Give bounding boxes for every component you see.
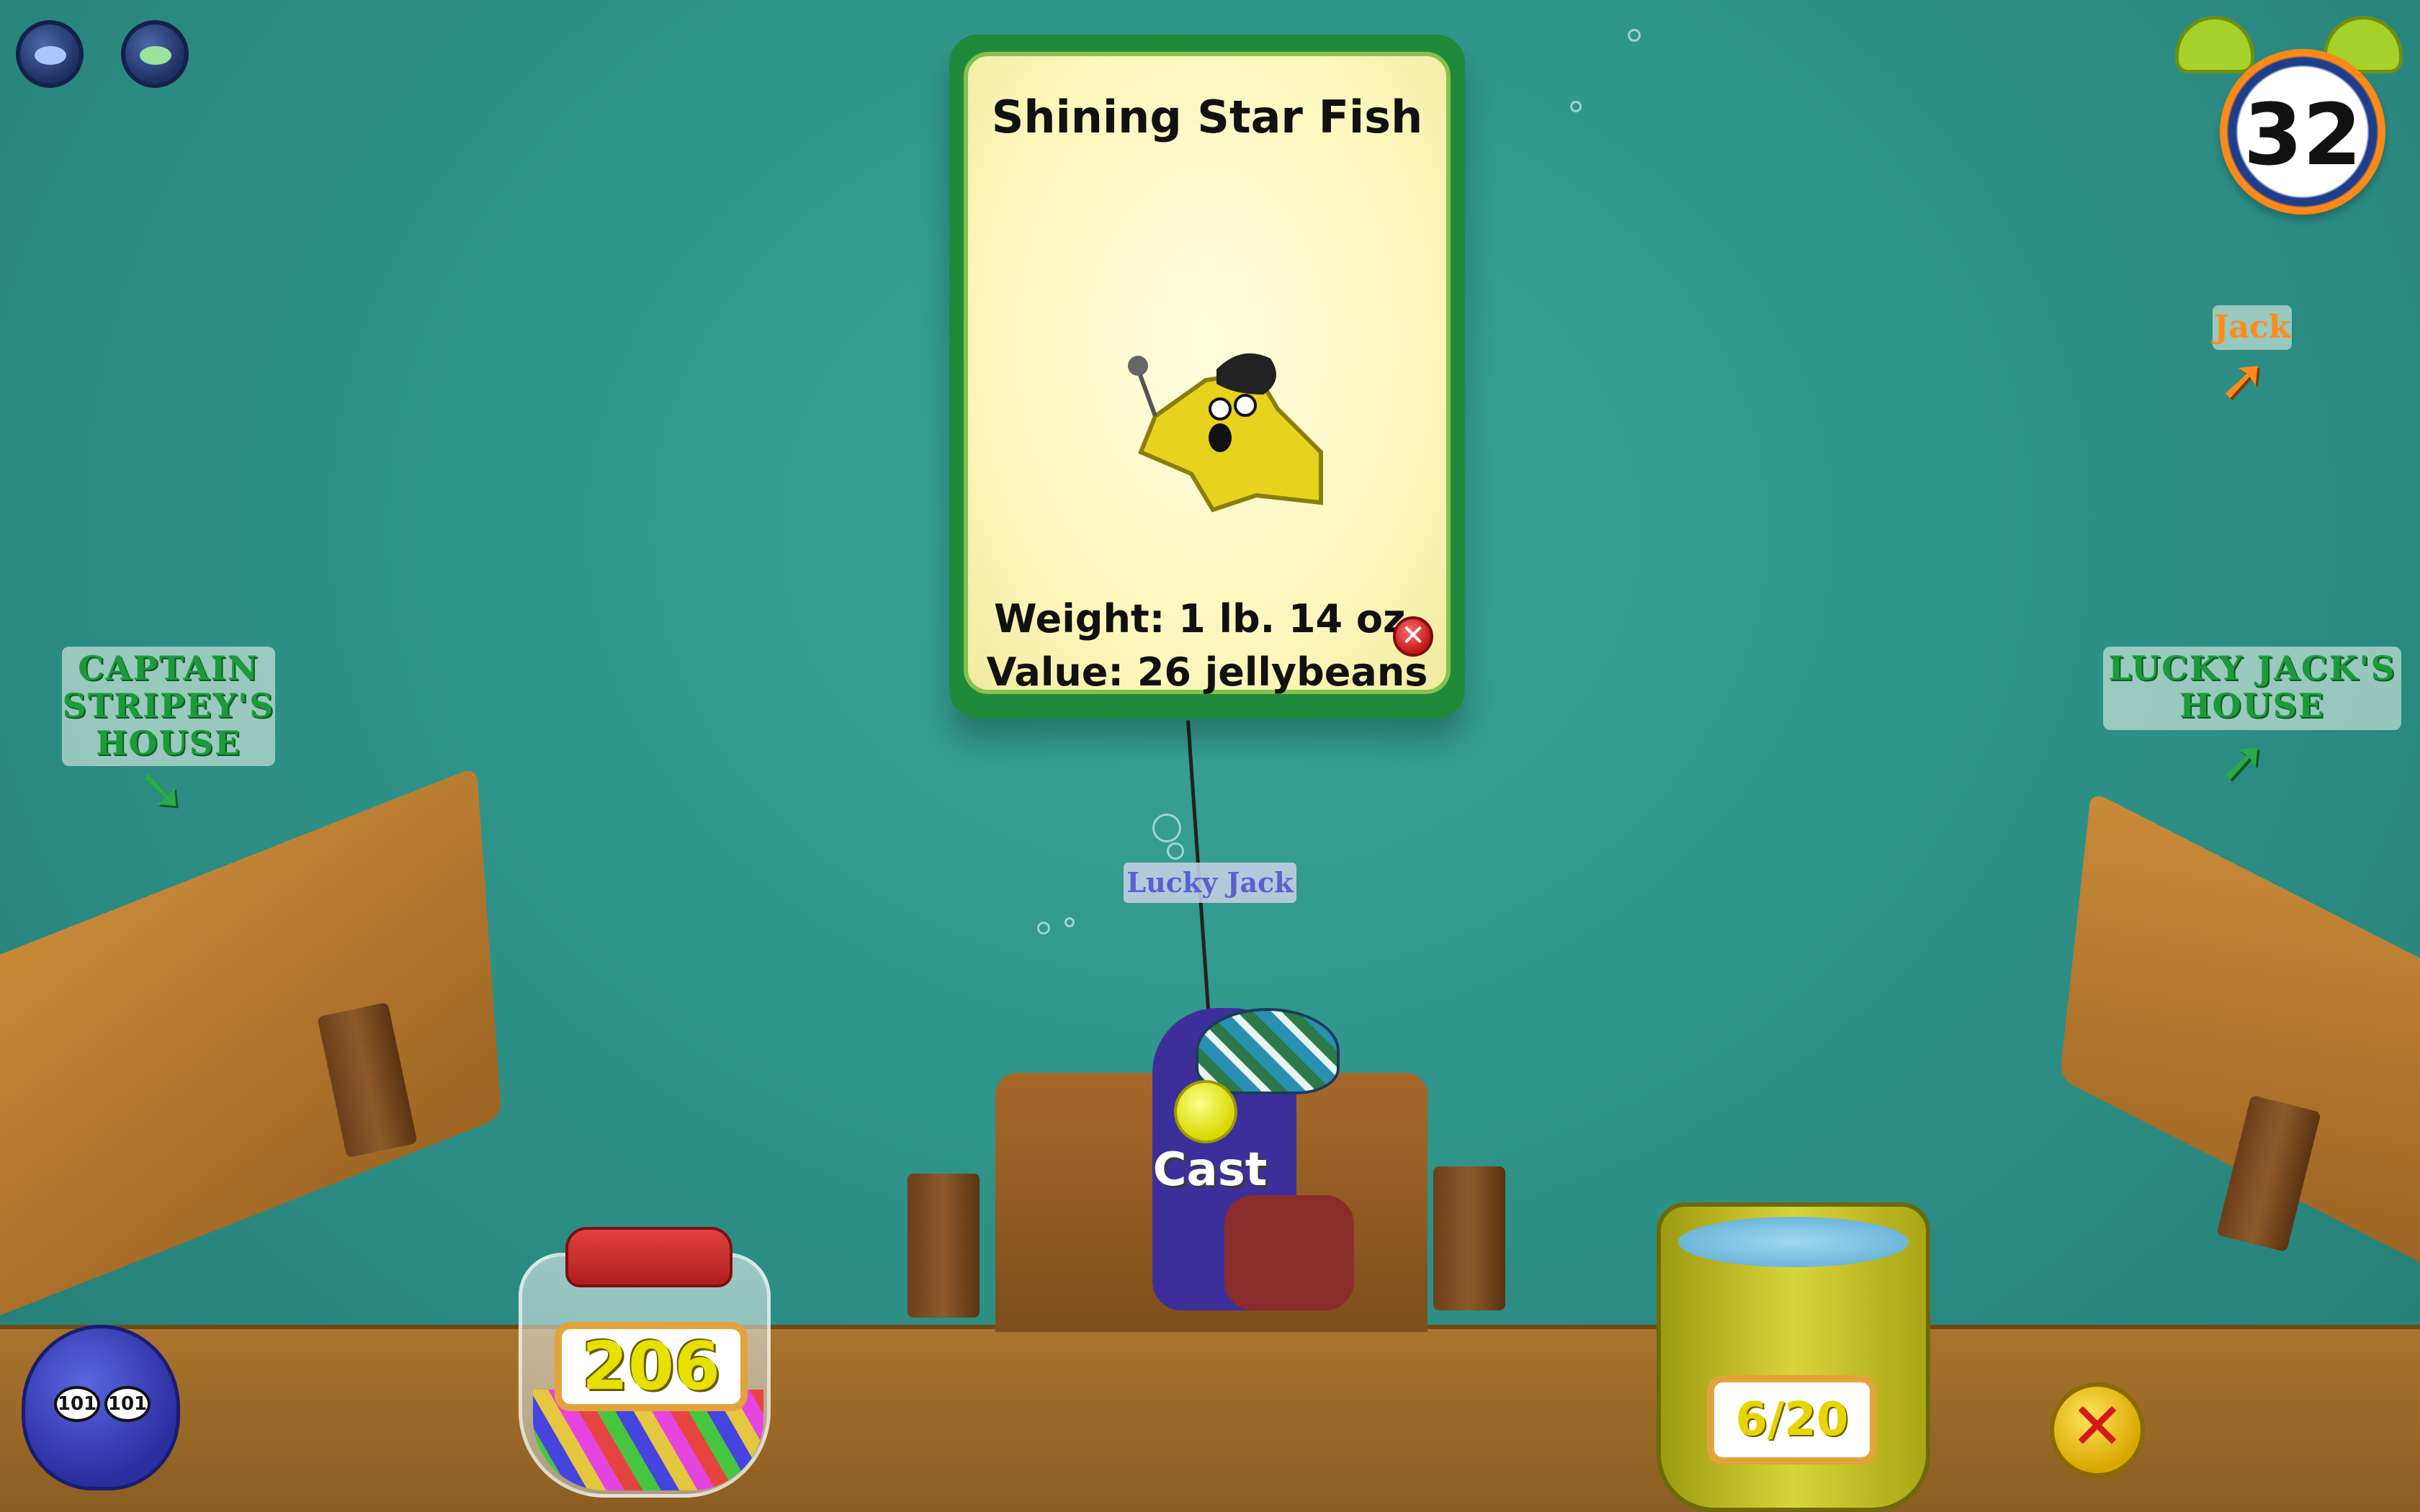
bubble — [1037, 922, 1050, 935]
dock-left — [0, 766, 502, 1322]
arrow-icon: ➘ — [137, 756, 186, 823]
laff-meter-icon: 101 101 — [22, 1325, 180, 1490]
jellybean-count: 206 — [555, 1322, 748, 1411]
toon-legs — [1224, 1195, 1354, 1310]
fish-card-panel: Shining Star Fish Weight: 1 lb. 14 oz. V… — [964, 52, 1451, 695]
bubble — [1065, 917, 1075, 927]
fishing-scene: Cast Lucky Jack Shining Star Fish Weight… — [0, 0, 2420, 1512]
alarm-bell-left — [2175, 16, 2254, 73]
fish-caught-card: Shining Star Fish Weight: 1 lb. 14 oz. V… — [949, 35, 1465, 719]
speedchat-button[interactable] — [16, 20, 84, 88]
chat-speedchat-plus-icon — [140, 46, 171, 65]
captain-stripeys-house-sign: CAPTAIN STRIPEY'S HOUSE — [62, 647, 275, 766]
fish-value: Value: 26 jellybeans — [986, 649, 1428, 695]
player-name-tag: Lucky Jack — [1124, 863, 1296, 903]
speedchat-plus-button[interactable] — [121, 20, 189, 88]
alarm-clock-icon: 32 — [2220, 49, 2385, 215]
shining-star-fish-image — [1128, 353, 1323, 513]
chat-speedchat-icon — [35, 46, 66, 65]
jar-lid — [565, 1227, 732, 1287]
fish-name: Shining Star Fish — [991, 91, 1423, 143]
dock-post — [908, 1174, 980, 1318]
bubble — [1628, 29, 1641, 42]
laff-max: 101 — [104, 1386, 151, 1422]
jack-sign: Jack — [2213, 305, 2292, 350]
toon-hat — [1196, 1008, 1340, 1094]
timer-value: 32 — [2243, 85, 2362, 184]
lucky-jacks-house-sign: LUCKY JACK'S HOUSE — [2103, 647, 2401, 730]
bubble — [1570, 101, 1582, 112]
arrow-icon: ➚ — [2218, 727, 2267, 794]
laff-current: 101 — [54, 1386, 100, 1422]
bucket-count: 6/20 — [1707, 1375, 1877, 1464]
bubble — [1152, 814, 1181, 842]
bubble — [1167, 842, 1184, 860]
cast-button[interactable] — [1174, 1080, 1237, 1143]
arrow-icon: ➚ — [2218, 346, 2267, 413]
bucket-water — [1678, 1217, 1909, 1267]
dock-post — [1433, 1166, 1505, 1310]
cast-label: Cast — [1152, 1143, 1268, 1197]
exit-fishing-button[interactable]: ✕ — [2050, 1382, 2145, 1477]
fish-weight: Weight: 1 lb. 14 oz. — [994, 596, 1420, 642]
close-icon[interactable]: ✕ — [1393, 616, 1433, 657]
